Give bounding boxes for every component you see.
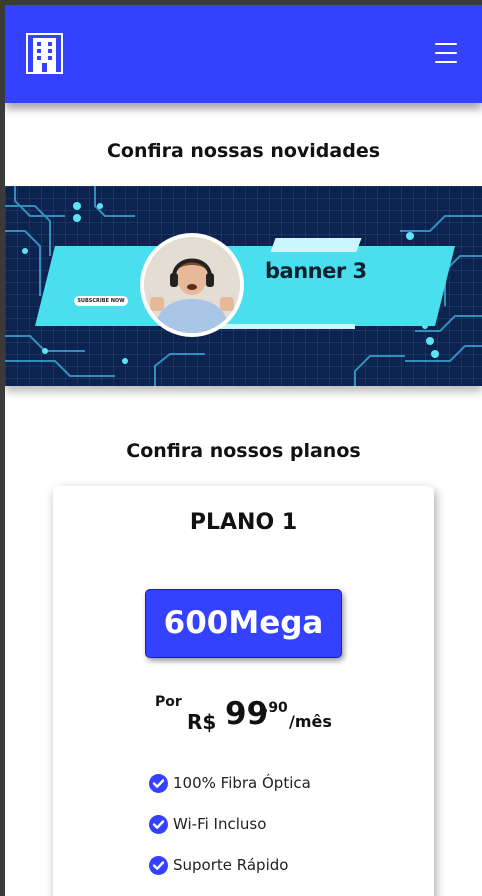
check-circle-icon bbox=[149, 815, 168, 834]
person-with-headphones-image bbox=[144, 237, 240, 333]
feature-label: 100% Fibra Óptica bbox=[173, 774, 311, 792]
banner-band-underline bbox=[205, 324, 355, 329]
list-item: Suporte Rápido bbox=[149, 856, 311, 896]
price-currency: R$ bbox=[187, 710, 217, 734]
plans-section-title: Confira nossos planos bbox=[126, 440, 361, 462]
banner-title: banner 3 bbox=[265, 259, 367, 283]
building-icon[interactable] bbox=[26, 33, 63, 74]
list-item: 100% Fibra Óptica bbox=[149, 774, 311, 815]
hamburger-icon[interactable] bbox=[433, 43, 461, 65]
check-circle-icon bbox=[149, 856, 168, 875]
price-cents: ,90 bbox=[263, 700, 288, 716]
subscribe-button[interactable]: SUBSCRIBE NOW bbox=[74, 296, 128, 306]
banner-band-accent bbox=[270, 238, 362, 252]
plan-price: Por R$ 99 ,90 /mês bbox=[155, 692, 355, 734]
plan-name: PLANO 1 bbox=[189, 510, 298, 535]
news-section-title: Confira nossas novidades bbox=[106, 140, 381, 162]
navbar bbox=[5, 5, 482, 103]
price-integer: 99 bbox=[225, 696, 269, 732]
feature-label: Suporte Rápido bbox=[173, 856, 289, 874]
plan-features-list: 100% Fibra Óptica Wi-Fi Incluso Suporte … bbox=[149, 774, 311, 896]
banner-avatar bbox=[140, 233, 244, 337]
price-prefix: Por bbox=[155, 694, 182, 710]
price-period: /mês bbox=[289, 712, 332, 731]
promo-banner[interactable]: SUBSCRIBE NOW banner 3 bbox=[5, 186, 482, 386]
feature-label: Wi-Fi Incluso bbox=[173, 815, 267, 833]
plan-speed-button[interactable]: 600Mega bbox=[145, 589, 342, 658]
window-frame-top bbox=[0, 0, 482, 5]
plan-card: PLANO 1 600Mega Por R$ 99 ,90 /mês 100% … bbox=[53, 486, 434, 896]
check-circle-icon bbox=[149, 774, 168, 793]
banner-cyan-band bbox=[35, 246, 455, 326]
window-frame-left bbox=[0, 0, 5, 896]
list-item: Wi-Fi Incluso bbox=[149, 815, 311, 856]
